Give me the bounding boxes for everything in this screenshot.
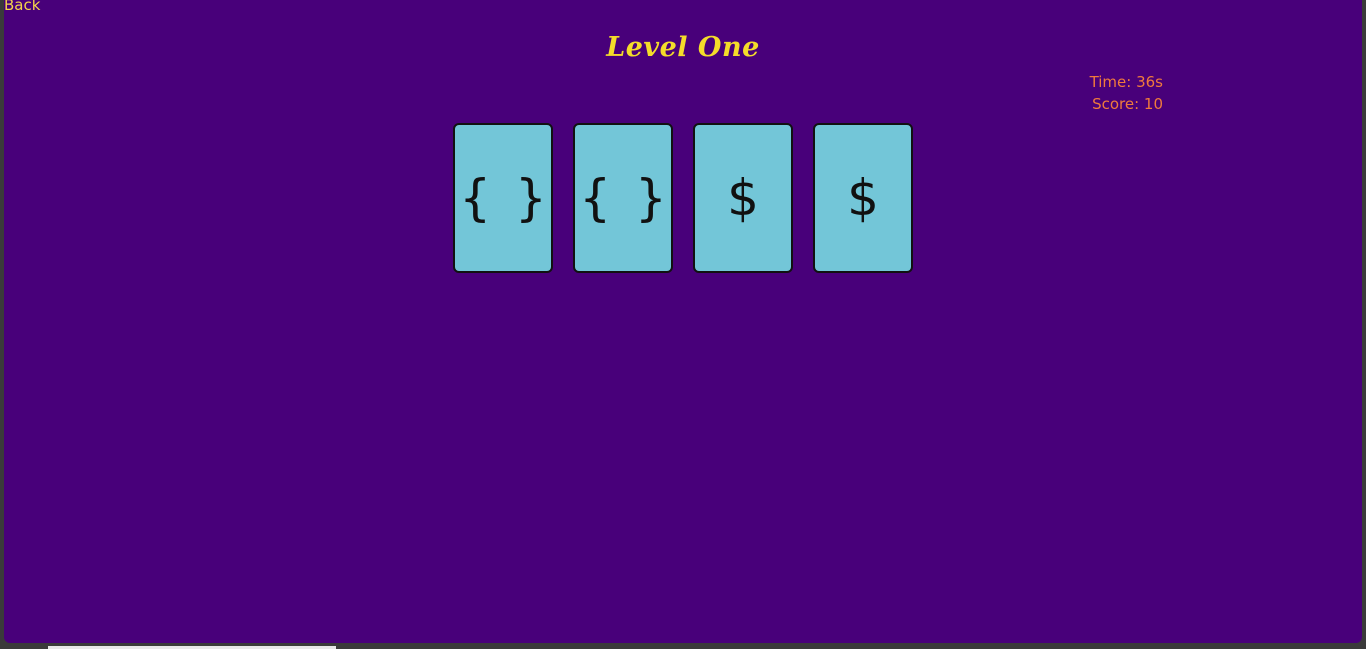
card-symbol: $ — [727, 169, 763, 227]
card-board: { } { } $ $ — [453, 123, 913, 273]
memory-card[interactable]: { } — [573, 123, 673, 273]
memory-card[interactable]: $ — [813, 123, 913, 273]
memory-card[interactable]: $ — [693, 123, 793, 273]
card-symbol: { } — [579, 169, 671, 227]
memory-card[interactable]: { } — [453, 123, 553, 273]
card-symbol: $ — [847, 169, 883, 227]
level-title: Level One — [606, 32, 760, 63]
taskbar-strip — [0, 643, 1366, 649]
card-symbol: { } — [459, 169, 551, 227]
back-link[interactable]: Back — [4, 0, 40, 14]
timer-text: Time: 36s — [1089, 73, 1163, 91]
score-text: Score: 10 — [1092, 95, 1163, 113]
game-screen: Back Level One Time: 36s Score: 10 { } {… — [4, 0, 1362, 643]
stats-panel: Time: 36s Score: 10 — [1090, 71, 1163, 115]
